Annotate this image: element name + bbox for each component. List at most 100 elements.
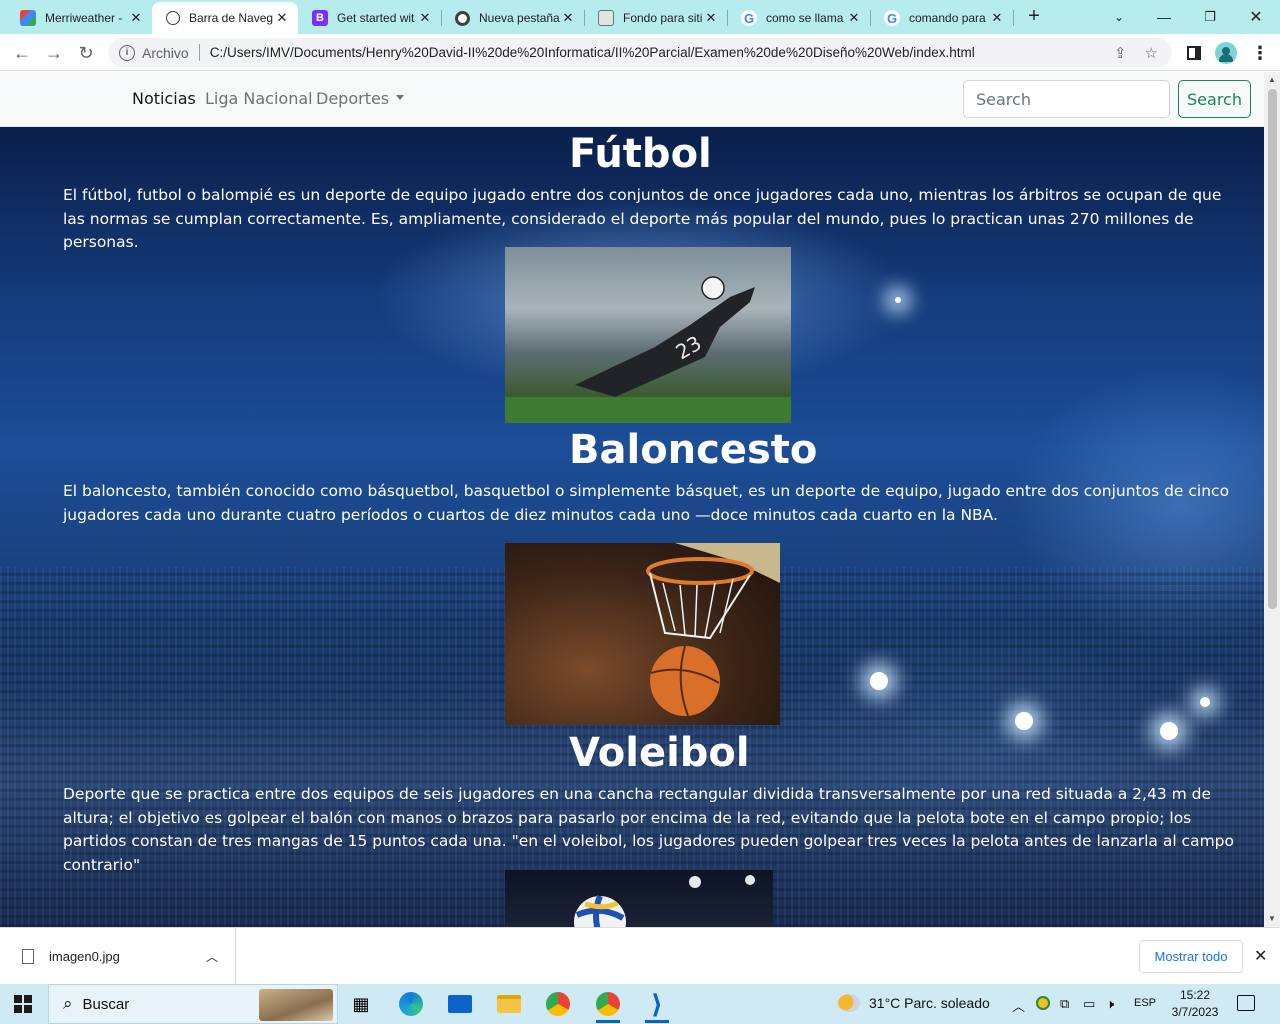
side-panel-icon — [1187, 46, 1201, 60]
tab-get-started[interactable]: B Get started wit ✕ — [298, 2, 442, 34]
tab-como-se-llama[interactable]: G como se llama ✕ — [727, 2, 871, 34]
globe-icon — [166, 11, 180, 25]
soccer-goalkeeper-photo: 23 — [505, 247, 791, 423]
google-fonts-icon — [20, 10, 36, 26]
task-view-icon[interactable]: ▦ — [347, 990, 375, 1018]
tab-search-chevron-icon[interactable]: ⌄ — [1096, 0, 1142, 34]
chrome-profile-icon[interactable] — [594, 990, 622, 1023]
meet-now-icon[interactable]: ⧉ — [1060, 996, 1069, 1012]
forward-button[interactable]: → — [40, 39, 68, 67]
scroll-down-arrow-icon[interactable]: ▼ — [1268, 914, 1276, 923]
basketball-hoop-illustration — [646, 543, 780, 717]
chrome-icon — [455, 10, 470, 26]
nav-link-liga-nacional[interactable]: Liga Nacional — [205, 89, 313, 108]
close-window-button[interactable]: ✕ — [1233, 0, 1279, 34]
close-download-bar-icon[interactable]: ✕ — [1254, 946, 1267, 966]
section-title: Voleibol — [569, 730, 750, 776]
taskbar-search-label: Buscar — [82, 995, 130, 1013]
download-item[interactable]: imagen0.jpg ︿ — [0, 928, 236, 985]
basketball-hoop-photo — [505, 543, 780, 725]
chevron-up-icon[interactable]: ︿ — [206, 948, 218, 965]
share-icon[interactable]: ⇪ — [1114, 44, 1127, 62]
vscode-icon[interactable]: ⟩ — [643, 989, 671, 1023]
info-icon[interactable]: i — [119, 44, 135, 61]
page-scrollbar[interactable]: ▲ ▼ — [1264, 72, 1280, 927]
close-icon[interactable]: ✕ — [128, 10, 144, 26]
caret-down-icon — [396, 95, 405, 100]
google-icon: G — [884, 10, 900, 26]
section-title: Baloncesto — [569, 427, 818, 473]
google-icon: G — [741, 10, 757, 26]
volleyball-illustration — [574, 875, 755, 927]
language-indicator[interactable]: ESP — [1134, 997, 1156, 1009]
profile-button[interactable] — [1212, 39, 1240, 67]
windows-taskbar: ⌕ Buscar ▦ ⟩ 31°C Parc. soleado ︿ ⧉ ▭ 🕨 … — [0, 984, 1280, 1024]
stadium-light — [1160, 722, 1178, 740]
close-icon[interactable]: ✕ — [417, 10, 433, 26]
stadium-light — [870, 672, 888, 690]
close-icon[interactable]: ✕ — [560, 10, 576, 26]
nav-dropdown-label: Deportes — [316, 89, 390, 108]
speaker-muted-icon[interactable]: 🕨 — [1106, 996, 1114, 1012]
nav-dropdown-deportes[interactable]: Deportes — [316, 89, 405, 108]
address-url[interactable]: C:/Users/IMV/Documents/Henry%20David-II%… — [210, 45, 975, 60]
volleyball-photo — [505, 870, 773, 927]
close-icon[interactable]: ✕ — [703, 10, 719, 26]
page-viewport: Noticias Liga Nacional Deportes Search F… — [0, 72, 1280, 927]
site-navbar: Noticias Liga Nacional Deportes Search — [0, 72, 1264, 127]
scrollbar-thumb[interactable] — [1268, 89, 1277, 609]
download-bar: imagen0.jpg ︿ Mostrar todo ✕ — [0, 927, 1280, 985]
tab-separator — [1013, 10, 1014, 26]
nav-link-noticias[interactable]: Noticias — [132, 89, 196, 108]
edge-browser-icon[interactable] — [397, 990, 425, 1018]
tab-barra-de-navegacion[interactable]: Barra de Naveg ✕ — [152, 2, 298, 34]
taskbar-search-box[interactable]: ⌕ Buscar — [48, 984, 338, 1024]
weather-text: 31°C Parc. soleado — [869, 995, 990, 1011]
menu-kebab-icon[interactable]: ⋮ — [1246, 39, 1274, 67]
close-icon[interactable]: ✕ — [989, 10, 1005, 26]
antivirus-tray-icon[interactable] — [1036, 996, 1050, 1013]
tab-comando-para[interactable]: G comando para ✕ — [870, 2, 1014, 34]
address-divider — [198, 44, 200, 61]
file-icon — [22, 949, 34, 964]
minimize-button[interactable]: — — [1141, 0, 1187, 34]
close-icon[interactable]: ✕ — [274, 10, 290, 26]
address-actions: ⇪ ☆ — [1114, 44, 1158, 62]
file-explorer-icon[interactable] — [495, 990, 523, 1018]
image-site-icon — [598, 10, 614, 26]
search-input[interactable] — [963, 80, 1170, 118]
section-text: Deporte que se practica entre dos equipo… — [63, 785, 1234, 874]
back-button[interactable]: ← — [8, 39, 36, 67]
tab-merriweather[interactable]: Merriweather - ✕ — [6, 2, 153, 34]
browser-toolbar: ← → ↻ i Archivo C:/Users/IMV/Documents/H… — [0, 34, 1280, 71]
scroll-up-arrow-icon[interactable]: ▲ — [1268, 75, 1276, 84]
new-tab-button[interactable]: + — [1022, 5, 1046, 29]
mail-icon[interactable] — [446, 990, 474, 1018]
weather-widget[interactable]: 31°C Parc. soleado — [838, 994, 990, 1012]
clock[interactable]: 15:22 3/7/2023 — [1166, 987, 1224, 1021]
notifications-icon[interactable] — [1237, 995, 1255, 1011]
side-panel-button[interactable] — [1180, 39, 1208, 67]
address-scheme-label: Archivo — [142, 44, 189, 61]
reload-button[interactable]: ↻ — [72, 39, 100, 67]
tab-nueva-pestana[interactable]: Nueva pestaña ✕ — [441, 2, 585, 34]
chevron-up-icon[interactable]: ︿ — [1012, 996, 1025, 1015]
restore-button[interactable]: ❐ — [1187, 0, 1233, 34]
tab-fondo-para-sitio[interactable]: Fondo para siti ✕ — [584, 2, 728, 34]
chrome-icon[interactable] — [544, 990, 572, 1018]
bootstrap-icon: B — [312, 10, 328, 26]
bookmark-star-icon[interactable]: ☆ — [1145, 44, 1158, 62]
partly-sunny-icon — [838, 994, 860, 1012]
network-icon[interactable]: ▭ — [1083, 996, 1095, 1012]
search-button[interactable]: Search — [1178, 80, 1251, 118]
avatar — [1215, 42, 1237, 64]
stadium-light — [1200, 697, 1210, 707]
download-file-name: imagen0.jpg — [49, 949, 120, 964]
show-all-downloads-button[interactable]: Mostrar todo — [1139, 940, 1243, 973]
windows-start-icon[interactable] — [14, 995, 32, 1013]
close-icon[interactable]: ✕ — [846, 10, 862, 26]
section-title: Fútbol — [569, 131, 712, 177]
search-icon: ⌕ — [63, 994, 73, 1013]
address-bar[interactable]: i Archivo C:/Users/IMV/Documents/Henry%2… — [108, 38, 1172, 67]
section-text: El fútbol, futbol o balompié es un depor… — [63, 186, 1222, 251]
